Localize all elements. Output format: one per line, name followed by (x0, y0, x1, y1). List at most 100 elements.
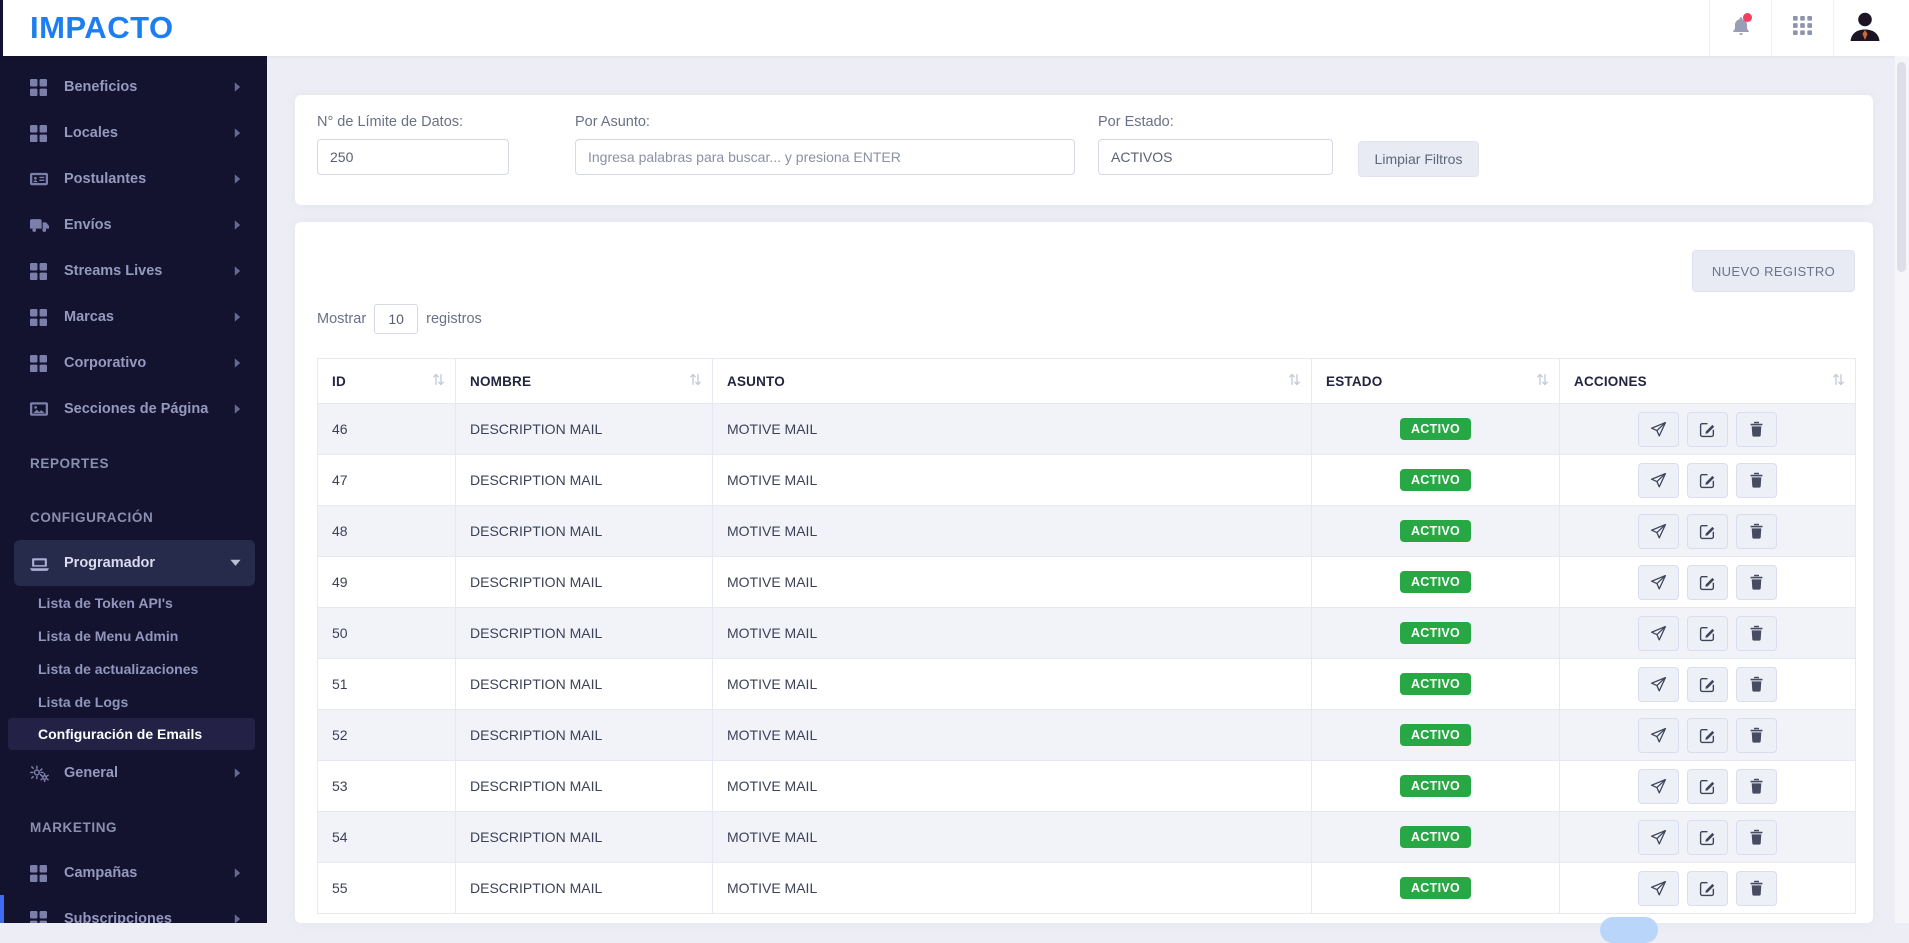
sidebar-item-beneficios[interactable]: Beneficios (0, 64, 267, 110)
status-badge-active: ACTIVO (1399, 775, 1472, 797)
table-row: 51 DESCRIPTION MAIL MOTIVE MAIL ACTIVO (317, 658, 1856, 710)
delete-button[interactable] (1736, 411, 1777, 447)
delete-button[interactable] (1736, 717, 1777, 753)
sidebar-item-locales[interactable]: Locales (0, 110, 267, 156)
sidebar-item-general[interactable]: General (0, 750, 267, 796)
page-scrollbar-thumb[interactable] (1897, 62, 1906, 272)
trash-icon (1749, 829, 1764, 845)
status-badge-active: ACTIVO (1399, 826, 1472, 848)
apps-grid-icon (1793, 16, 1812, 40)
sidebar-item-programador[interactable]: Programador (14, 540, 255, 586)
column-header-nombre[interactable]: NOMBRE (455, 358, 713, 404)
sidebar-subitem-lista-de-logs[interactable]: Lista de Logs (0, 685, 267, 718)
sidebar-item-marcas[interactable]: Marcas (0, 294, 267, 340)
sidebar-item-label: Secciones de Página (64, 401, 209, 417)
send-mail-button[interactable] (1638, 411, 1679, 447)
edit-button[interactable] (1687, 564, 1728, 600)
send-mail-button[interactable] (1638, 564, 1679, 600)
clear-filters-button[interactable]: Limpiar Filtros (1358, 141, 1479, 177)
send-mail-button[interactable] (1638, 513, 1679, 549)
send-mail-button[interactable] (1638, 870, 1679, 906)
asunto-search-input[interactable] (575, 139, 1075, 175)
apps-menu-button[interactable] (1771, 0, 1833, 56)
pagination-page-button[interactable] (1600, 917, 1658, 943)
edit-button[interactable] (1687, 870, 1728, 906)
column-header-estado[interactable]: ESTADO (1311, 358, 1560, 404)
table-row: 47 DESCRIPTION MAIL MOTIVE MAIL ACTIVO (317, 454, 1856, 506)
cell-estado: ACTIVO (1311, 454, 1560, 506)
send-mail-button[interactable] (1638, 768, 1679, 804)
send-icon (1650, 829, 1667, 846)
sidebar-subitem-configuracion-de-emails[interactable]: Configuración de Emails (8, 718, 255, 750)
sidebar-subitem-lista-de-actualizaciones[interactable]: Lista de actualizaciones (0, 652, 267, 685)
user-menu-button[interactable] (1833, 0, 1895, 56)
cell-estado: ACTIVO (1311, 862, 1560, 914)
delete-button[interactable] (1736, 462, 1777, 498)
delete-button[interactable] (1736, 768, 1777, 804)
cell-acciones (1559, 556, 1856, 608)
notifications-button[interactable] (1709, 0, 1771, 56)
sort-icon (689, 373, 702, 390)
app-logo: IMPACTO (30, 10, 174, 45)
edit-button[interactable] (1687, 819, 1728, 855)
delete-button[interactable] (1736, 564, 1777, 600)
delete-button[interactable] (1736, 666, 1777, 702)
sidebar-subitem-label: Lista de actualizaciones (38, 660, 199, 677)
trash-icon (1749, 523, 1764, 539)
edit-button[interactable] (1687, 513, 1728, 549)
sidebar-item-postulantes[interactable]: Postulantes (0, 156, 267, 202)
send-icon (1650, 523, 1667, 540)
records-panel: NUEVO REGISTRO Mostrar registros ID NOMBR… (295, 222, 1873, 943)
send-mail-button[interactable] (1638, 666, 1679, 702)
table-row: 53 DESCRIPTION MAIL MOTIVE MAIL ACTIVO (317, 760, 1856, 812)
main-content: N° de Límite de Datos: Por Asunto: Por E… (267, 56, 1895, 943)
edit-button[interactable] (1687, 462, 1728, 498)
cell-id: 47 (317, 454, 456, 506)
limit-input[interactable] (317, 139, 509, 175)
sidebar-item-corporativo[interactable]: Corporativo (0, 340, 267, 386)
sidebar-subitem-lista-de-token-api-s[interactable]: Lista de Token API's (0, 586, 267, 619)
truck-icon (30, 217, 51, 234)
sidebar-item-label: Locales (64, 125, 118, 141)
cell-id: 52 (317, 709, 456, 761)
edit-button[interactable] (1687, 666, 1728, 702)
send-mail-button[interactable] (1638, 462, 1679, 498)
topbar-actions (1709, 0, 1895, 56)
column-header-asunto[interactable]: ASUNTO (712, 358, 1312, 404)
sidebar-item-subscripciones[interactable]: Subscripciones (0, 896, 267, 923)
delete-button[interactable] (1736, 819, 1777, 855)
cell-id: 54 (317, 811, 456, 863)
send-icon (1650, 778, 1667, 795)
send-mail-button[interactable] (1638, 717, 1679, 753)
delete-button[interactable] (1736, 870, 1777, 906)
sidebar-item-streams-lives[interactable]: Streams Lives (0, 248, 267, 294)
status-badge-active: ACTIVO (1399, 673, 1472, 695)
send-mail-button[interactable] (1638, 615, 1679, 651)
cell-estado: ACTIVO (1311, 505, 1560, 557)
edit-button[interactable] (1687, 717, 1728, 753)
cell-nombre: DESCRIPTION MAIL (455, 760, 713, 812)
sidebar-scrollbar-thumb[interactable] (0, 895, 4, 923)
status-badge-active: ACTIVO (1399, 469, 1472, 491)
delete-button[interactable] (1736, 513, 1777, 549)
page-size-input[interactable] (374, 304, 419, 334)
edit-button[interactable] (1687, 768, 1728, 804)
new-record-button[interactable]: NUEVO REGISTRO (1692, 250, 1855, 292)
cell-estado: ACTIVO (1311, 658, 1560, 710)
edit-button[interactable] (1687, 615, 1728, 651)
status-badge-active: ACTIVO (1399, 520, 1472, 542)
column-header-id[interactable]: ID (317, 358, 456, 404)
sidebar-section-reportes: REPORTES (30, 455, 110, 471)
send-icon (1650, 625, 1667, 642)
sidebar-subitem-lista-de-menu-admin[interactable]: Lista de Menu Admin (0, 619, 267, 652)
estado-select[interactable] (1098, 139, 1333, 175)
delete-button[interactable] (1736, 615, 1777, 651)
sidebar-item-campanas[interactable]: Campañas (0, 850, 267, 896)
cell-asunto: MOTIVE MAIL (712, 862, 1312, 914)
column-header-acciones[interactable]: ACCIONES (1559, 358, 1856, 404)
send-mail-button[interactable] (1638, 819, 1679, 855)
sidebar-item-label: Envíos (64, 217, 112, 233)
sidebar-item-secciones-de-pagina[interactable]: Secciones de Página (0, 386, 267, 432)
edit-button[interactable] (1687, 411, 1728, 447)
sidebar-item-envios[interactable]: Envíos (0, 202, 267, 248)
